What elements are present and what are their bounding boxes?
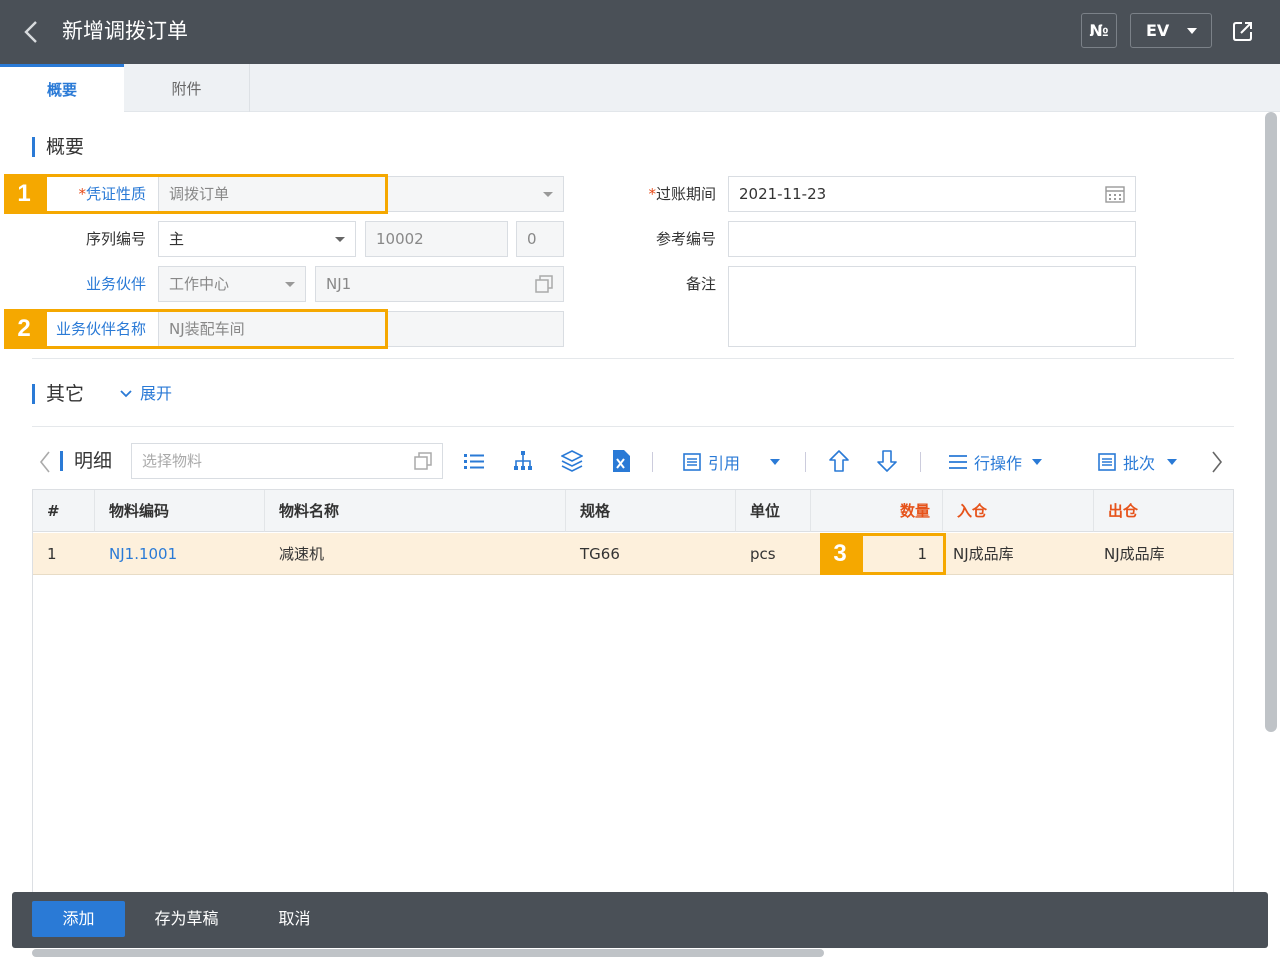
posting-date-value: 2021-11-23 xyxy=(739,185,827,203)
series-label: 序列编号 xyxy=(85,230,146,248)
save-draft-button[interactable]: 存为草稿 xyxy=(140,901,233,937)
page-title: 新增调拨订单 xyxy=(62,19,188,43)
action-bar: 添加 存为草稿 取消 xyxy=(12,892,1268,948)
partner-code-field[interactable]: NJ1 xyxy=(315,266,564,302)
material-search-placeholder: 选择物料 xyxy=(142,452,203,470)
posting-date-label-text: 过账期间 xyxy=(655,185,716,203)
tab-overview[interactable]: 概要 xyxy=(0,64,124,112)
out-warehouse-cell[interactable]: NJ成品库 xyxy=(1094,533,1233,575)
move-up-icon[interactable] xyxy=(828,449,850,473)
callout-badge-2: 2 xyxy=(4,309,44,349)
column-header-quantity[interactable]: 数量 xyxy=(811,490,943,532)
column-header-out-warehouse[interactable]: 出仓 xyxy=(1094,490,1233,532)
caret-down-icon xyxy=(1032,459,1043,465)
app-header: 新增调拨订单 № EV xyxy=(0,0,1280,64)
chevron-down-icon xyxy=(543,192,553,197)
other-section-title: 其它 xyxy=(32,382,84,406)
column-header-unit[interactable]: 单位 xyxy=(736,490,811,532)
detail-table: # 物料编码 物料名称 规格 单位 数量 入仓 出仓 1 NJ1.1001 减速… xyxy=(32,489,1234,909)
column-header-in-warehouse[interactable]: 入仓 xyxy=(943,490,1094,532)
batch-label: 批次 xyxy=(1123,454,1156,473)
back-arrow-icon[interactable] xyxy=(20,18,44,46)
row-operations-label: 行操作 xyxy=(974,454,1023,473)
series-value: 主 xyxy=(169,230,185,248)
spec-cell: TG66 xyxy=(580,545,620,563)
cancel-button[interactable]: 取消 xyxy=(248,901,341,937)
add-button[interactable]: 添加 xyxy=(32,901,125,937)
expand-label: 展开 xyxy=(140,384,173,403)
row-index-cell: 1 xyxy=(47,545,57,563)
callout-box-2 xyxy=(44,309,388,349)
column-header-material-code[interactable]: 物料编码 xyxy=(95,490,265,532)
material-search-input[interactable]: 选择物料 xyxy=(131,443,443,479)
toolbar-separator xyxy=(920,452,921,472)
scroll-right-icon[interactable] xyxy=(1210,450,1224,474)
excel-icon[interactable] xyxy=(611,449,631,473)
hierarchy-icon[interactable] xyxy=(512,450,534,472)
required-mark: * xyxy=(648,185,656,203)
move-down-icon[interactable] xyxy=(876,449,898,473)
ev-dropdown-button[interactable]: EV xyxy=(1130,13,1212,48)
document-icon xyxy=(683,453,701,471)
callout-box-1 xyxy=(44,174,388,214)
toolbar-separator xyxy=(652,452,653,472)
calendar-icon[interactable] xyxy=(1105,185,1125,203)
number-button[interactable]: № xyxy=(1081,13,1117,48)
in-warehouse-cell[interactable]: NJ成品库 xyxy=(943,533,1094,575)
horizontal-scrollbar[interactable] xyxy=(32,949,824,957)
remarks-label: 备注 xyxy=(685,275,716,293)
ev-label: EV xyxy=(1146,21,1170,40)
vertical-scrollbar[interactable] xyxy=(1265,112,1277,732)
series-number-field: 10002 xyxy=(365,221,508,257)
batch-button[interactable]: 批次 xyxy=(1097,448,1178,476)
remarks-textarea[interactable] xyxy=(728,266,1136,347)
layers-icon[interactable] xyxy=(561,449,583,473)
partner-type-value: 工作中心 xyxy=(169,275,230,293)
section-divider xyxy=(32,426,1234,427)
column-header-material-name[interactable]: 物料名称 xyxy=(265,490,566,532)
detail-title: 明细 xyxy=(60,449,112,473)
menu-icon xyxy=(949,455,967,469)
caret-down-icon xyxy=(1167,459,1178,465)
series-index-field: 0 xyxy=(516,221,564,257)
tab-bar: 概要 附件 xyxy=(0,64,1280,112)
caret-down-icon xyxy=(1187,28,1197,34)
cite-label: 引用 xyxy=(708,454,741,473)
chevron-down-icon xyxy=(335,237,345,242)
posting-date-label: *过账期间 xyxy=(576,176,716,212)
cite-button[interactable]: 引用 xyxy=(682,448,740,476)
toolbar-separator xyxy=(805,452,806,472)
posting-date-field[interactable]: 2021-11-23 xyxy=(728,176,1136,212)
chevron-down-icon xyxy=(285,282,295,287)
expand-toggle[interactable]: 展开 xyxy=(120,383,172,405)
reference-field[interactable] xyxy=(728,221,1136,257)
share-icon[interactable] xyxy=(1232,20,1254,42)
list-icon[interactable] xyxy=(463,451,485,471)
document-icon xyxy=(1098,453,1116,471)
callout-badge-1: 1 xyxy=(4,174,44,214)
series-select[interactable]: 主 xyxy=(158,221,356,257)
overview-section-title: 概要 xyxy=(32,135,84,159)
chevron-down-icon xyxy=(120,390,132,398)
callout-box-3 xyxy=(860,533,946,575)
material-name-cell: 减速机 xyxy=(279,545,325,563)
section-divider xyxy=(32,358,1234,359)
reference-label: 参考编号 xyxy=(655,230,716,248)
partner-label[interactable]: 业务伙伴 xyxy=(6,266,146,302)
row-operations-button[interactable]: 行操作 xyxy=(948,448,1043,476)
tab-attachments[interactable]: 附件 xyxy=(124,64,250,112)
cite-dropdown-caret-icon[interactable] xyxy=(770,459,780,465)
copy-icon[interactable] xyxy=(414,452,432,470)
unit-cell: pcs xyxy=(750,545,776,563)
callout-badge-3: 3 xyxy=(820,533,860,575)
scroll-left-icon[interactable] xyxy=(38,450,52,474)
copy-icon[interactable] xyxy=(535,275,553,293)
column-header-index: # xyxy=(33,490,95,532)
material-code-link[interactable]: NJ1.1001 xyxy=(95,533,265,575)
partner-code-value: NJ1 xyxy=(326,275,352,293)
column-header-spec[interactable]: 规格 xyxy=(566,490,736,532)
partner-type-select[interactable]: 工作中心 xyxy=(158,266,306,302)
